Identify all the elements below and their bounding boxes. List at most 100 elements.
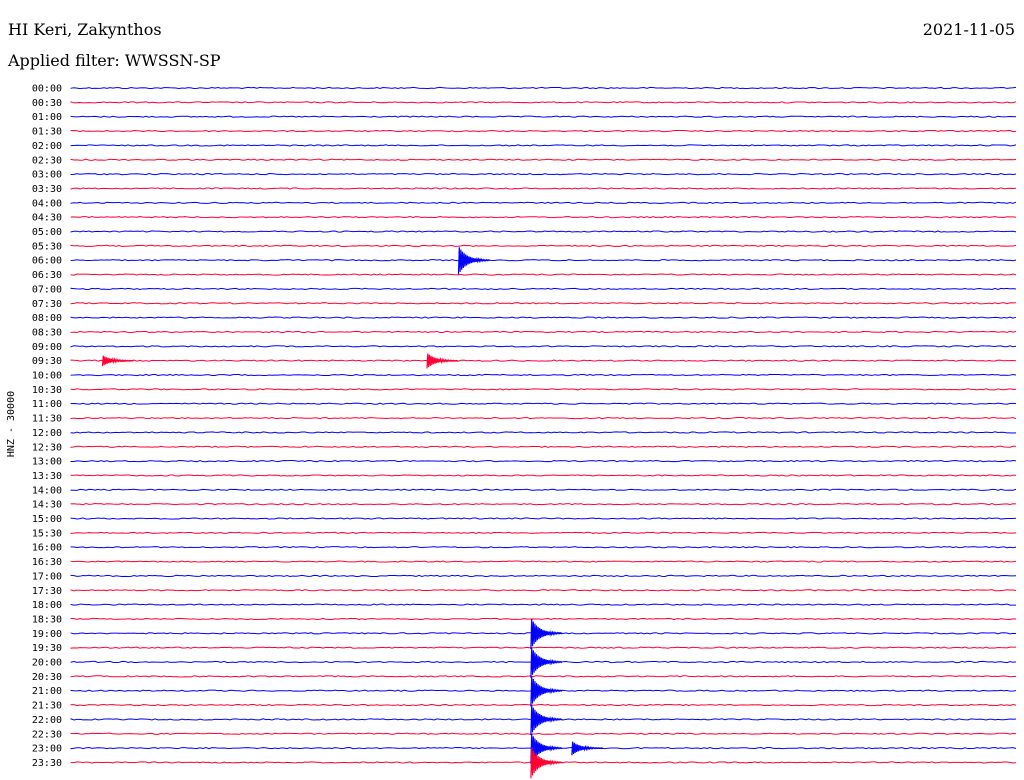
row-time-label: 06:30 [32,270,62,281]
row-time-label: 21:30 [32,701,62,712]
trace-row [70,172,1017,176]
row-time-label: 22:30 [32,729,62,740]
trace-row [70,445,1017,448]
row-time-label: 03:00 [32,170,62,181]
y-axis-label: HNZ - 30000 [6,391,17,457]
trace-row [70,503,1017,506]
row-time-label: 07:30 [32,299,62,310]
row-time-label: 06:00 [32,256,62,267]
trace-row [70,517,1017,520]
trace-row [70,345,1017,348]
trace-row [70,273,1017,276]
row-time-label: 14:00 [32,485,62,496]
trace-row [70,431,1017,434]
trace-row [70,646,1017,649]
row-time-label: 08:00 [32,313,62,324]
trace-row [70,732,1017,735]
trace-row [70,230,1017,233]
trace-row [70,158,1017,161]
trace-row [70,703,1017,707]
row-time-label: 15:30 [32,528,62,539]
row-time-label: 17:30 [32,586,62,597]
row-time-label: 04:00 [32,198,62,209]
event-spike [426,353,459,369]
event-spike [530,676,563,707]
trace-row [70,603,1017,606]
row-time-label: 21:00 [32,686,62,697]
trace-row [70,474,1017,477]
trace-row [70,216,1017,219]
row-time-label: 04:30 [32,213,62,224]
trace-row [70,115,1017,118]
trace-group [70,86,1017,779]
trace-row [70,675,1017,678]
row-time-label: 10:00 [32,371,62,382]
trace-row [70,574,1017,578]
row-time-label: 23:30 [32,758,62,769]
row-time-label: 16:00 [32,543,62,554]
row-time-label: 02:00 [32,141,62,152]
event-spike [530,647,563,678]
row-time-label: 14:30 [32,500,62,511]
row-time-label: 22:00 [32,715,62,726]
trace-row [70,86,1017,90]
row-time-label: 00:30 [32,98,62,109]
trace-row [70,287,1017,291]
row-time-label: 11:30 [32,414,62,425]
trace-row [70,144,1017,147]
trace-row [70,316,1017,319]
event-spike [530,618,563,650]
row-time-label: 16:30 [32,557,62,568]
row-time-label: 19:00 [32,629,62,640]
row-time-label: 00:00 [32,84,62,95]
trace-row [70,373,1017,377]
row-time-label: 02:30 [32,155,62,166]
row-time-label: 18:30 [32,614,62,625]
row-time-label: 18:00 [32,600,62,611]
row-time-label: 13:30 [32,471,62,482]
trace-row [70,259,1017,262]
helicorder-chart: 00:00 00:30 01:00 01:30 02:00 02:30 03:00 03:30… [6,84,1017,779]
row-time-label: 08:30 [32,327,62,338]
event-spike [571,741,604,756]
row-time-label: 05:00 [32,227,62,238]
row-time-label: 12:30 [32,442,62,453]
row-time-label: 07:00 [32,284,62,295]
trace-row [70,187,1017,190]
trace-row [70,546,1017,549]
trace-row [70,359,1017,362]
row-time-label: 09:00 [32,342,62,353]
row-time-label: 17:00 [32,571,62,582]
trace-row [70,488,1017,491]
event-spike [101,355,134,367]
row-time-label: 03:30 [32,184,62,195]
row-time-label: 01:30 [32,127,62,138]
trace-row [70,560,1017,563]
trace-row [70,617,1017,621]
row-time-label: 19:30 [32,643,62,654]
trace-row [70,416,1017,420]
trace-row [70,589,1017,592]
row-time-label: 23:00 [32,744,62,755]
trace-row [70,101,1017,104]
row-time-label: 15:00 [32,514,62,525]
trace-row [70,459,1017,463]
trace-row [70,244,1017,247]
trace-row [70,531,1017,534]
trace-row [70,201,1017,204]
row-time-label: 11:00 [32,399,62,410]
tick-label-group: 00:00 00:30 01:00 01:30 02:00 02:30 03:00 03:30… [32,84,62,769]
row-time-label: 01:00 [32,112,62,123]
trace-row [70,330,1017,334]
row-time-label: 12:00 [32,428,62,439]
row-time-label: 20:30 [32,672,62,683]
row-time-label: 09:30 [32,356,62,367]
row-time-label: 20:00 [32,658,62,669]
row-time-label: 13:00 [32,457,62,468]
trace-row [70,388,1017,391]
trace-row [70,129,1017,133]
trace-row [70,402,1017,405]
row-time-label: 10:30 [32,385,62,396]
trace-row [70,302,1017,305]
row-time-label: 05:30 [32,241,62,252]
